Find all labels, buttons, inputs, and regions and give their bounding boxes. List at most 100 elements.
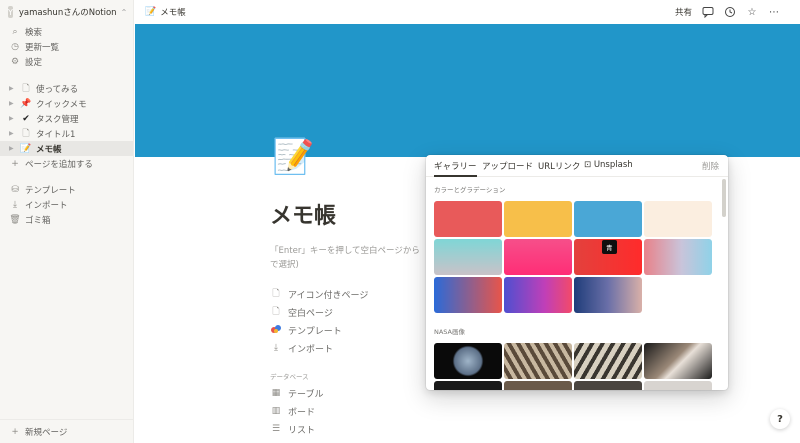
sidebar-item-updates[interactable]: ◷ 更新一覧 (0, 39, 133, 54)
sidebar-item-label: 検索 (25, 27, 43, 38)
add-page-button[interactable]: + ページを追加する (0, 156, 133, 171)
plus-icon: + (11, 158, 19, 169)
expand-triangle-icon[interactable]: ▶ (9, 130, 18, 137)
template-icon: ⛁ (11, 184, 19, 195)
nasa-image-row2-1[interactable] (434, 381, 502, 390)
page-icon: 🗋 (22, 83, 30, 94)
tab-label: Unsplash (593, 160, 633, 170)
option-label: アイコン付きページ (288, 290, 369, 301)
sidebar-page-memo[interactable]: ▶ 📝 メモ帳 (0, 141, 133, 156)
cover-swatch-blue[interactable] (574, 201, 642, 237)
add-page-label: ページを追加する (25, 159, 93, 170)
option-list[interactable]: ☰ リスト (270, 422, 315, 436)
scrollbar[interactable] (722, 179, 726, 217)
import-icon: ⤓ (13, 199, 17, 210)
new-page-button[interactable]: + 新規ページ (0, 419, 133, 443)
cover-swatch-beige[interactable] (644, 201, 712, 237)
remove-cover-button[interactable]: 削除 (702, 160, 719, 172)
swatch-tooltip: 青 (602, 240, 617, 254)
unsplash-icon: ⊡ (584, 160, 592, 170)
clock-icon: ◷ (11, 41, 19, 52)
empty-page-hint: 「Enter」キーを押して空白ページから で選択) (270, 244, 430, 272)
pin-icon: 📌 (20, 98, 32, 109)
expand-triangle-icon[interactable]: ▶ (9, 145, 18, 152)
tab-url-link[interactable]: URLリンク (538, 160, 580, 172)
sidebar-item-templates[interactable]: ⛁ テンプレート (0, 182, 133, 197)
tab-upload[interactable]: アップロード (482, 160, 533, 172)
cover-gradient-4[interactable] (644, 239, 712, 275)
cover-swatch-red[interactable] (434, 201, 502, 237)
option-blank-page[interactable]: 🗋 空白ページ (270, 305, 333, 319)
help-button[interactable]: ? (770, 409, 790, 429)
trash-icon: 🗑 (9, 214, 21, 225)
option-label: テーブル (288, 389, 324, 400)
cover-gradient-7[interactable] (574, 277, 642, 313)
sidebar-item-label: インポート (25, 200, 68, 211)
option-page-with-icon[interactable]: 🗋 アイコン付きページ (270, 287, 368, 301)
option-template[interactable]: テンプレート (270, 323, 342, 337)
sidebar-page-quickmemo[interactable]: ▶ 📌 クイックメモ (0, 96, 133, 111)
sidebar-item-label: メモ帳 (36, 144, 62, 155)
memo-icon: 📝 (20, 143, 32, 154)
cover-gradient-6[interactable] (504, 277, 572, 313)
expand-triangle-icon[interactable]: ▶ (9, 115, 18, 122)
tab-gallery[interactable]: ギャラリー (434, 160, 477, 177)
cover-gradient-1[interactable] (434, 239, 502, 275)
sidebar-page-try[interactable]: ▶ 🗋 使ってみる (0, 81, 133, 96)
breadcrumb[interactable]: 📝 メモ帳 (145, 6, 186, 18)
option-table[interactable]: ▦ テーブル (270, 386, 324, 400)
sidebar-item-settings[interactable]: ⚙ 設定 (0, 54, 133, 69)
star-icon[interactable]: ☆ (746, 6, 758, 18)
expand-triangle-icon[interactable]: ▶ (9, 100, 18, 107)
section-nasa-label: NASA画像 (434, 328, 466, 336)
nasa-image-row2-2[interactable] (504, 381, 572, 390)
sidebar-item-label: ゴミ箱 (25, 215, 51, 226)
section-gradients-label: カラーとグラデーション (434, 186, 506, 194)
sidebar-item-label: クイックメモ (36, 99, 87, 110)
nasa-image-row2-3[interactable] (574, 381, 642, 390)
share-button[interactable]: 共有 (675, 6, 692, 18)
option-board[interactable]: ▥ ボード (270, 404, 315, 418)
topbar-actions: 共有 ☆ ⋯ (675, 0, 780, 24)
cover-picker-tabs: ギャラリー アップロード URLリンク ⊡ Unsplash 削除 (426, 155, 728, 177)
nasa-image-earth[interactable] (434, 343, 502, 379)
database-section-label: データベース (270, 373, 309, 381)
list-icon: ☰ (271, 424, 281, 434)
history-icon[interactable] (724, 6, 736, 18)
sidebar: Y yamashunさんのNotion ⌃ ⌕ 検索 ◷ 更新一覧 ⚙ 設定 ▶… (0, 0, 134, 443)
sidebar-item-import[interactable]: ⤓ インポート (0, 197, 133, 212)
page-title[interactable]: メモ帳 (270, 198, 336, 230)
more-icon[interactable]: ⋯ (768, 6, 780, 18)
sidebar-item-label: テンプレート (25, 185, 76, 196)
sidebar-item-trash[interactable]: 🗑 ゴミ箱 (0, 212, 133, 227)
sidebar-page-title1[interactable]: ▶ 🗋 タイトル1 (0, 126, 133, 141)
nasa-image-astronaut[interactable] (644, 343, 712, 379)
option-label: 空白ページ (288, 308, 333, 319)
nasa-image-rocket-engine[interactable] (504, 343, 572, 379)
memo-icon: 📝 (145, 7, 157, 17)
nasa-image-spacecraft[interactable] (574, 343, 642, 379)
plus-icon: + (11, 426, 19, 437)
memo-icon[interactable]: 📝 (272, 136, 314, 178)
breadcrumb-title: メモ帳 (160, 8, 186, 18)
option-import[interactable]: ⤓ インポート (270, 341, 333, 355)
option-label: ボード (288, 407, 316, 418)
comment-icon[interactable] (702, 6, 714, 18)
sidebar-item-search[interactable]: ⌕ 検索 (0, 24, 133, 39)
tab-unsplash[interactable]: ⊡ Unsplash (584, 160, 633, 170)
sidebar-item-label: タスク管理 (36, 114, 79, 125)
page-cover[interactable] (135, 24, 800, 157)
nasa-image-row2-4[interactable] (644, 381, 712, 390)
cover-gradient-5[interactable] (434, 277, 502, 313)
cover-gradient-2[interactable] (504, 239, 572, 275)
page-icon: 🗋 (272, 307, 280, 317)
expand-triangle-icon[interactable]: ▶ (9, 85, 18, 92)
search-icon: ⌕ (12, 26, 18, 37)
new-page-label: 新規ページ (25, 427, 68, 438)
workspace-switcher[interactable]: Y yamashunさんのNotion ⌃ (0, 1, 133, 23)
sidebar-item-label: タイトル1 (36, 129, 76, 140)
sidebar-page-tasks[interactable]: ▶ ✔ タスク管理 (0, 111, 133, 126)
page-icon: 🗋 (22, 128, 30, 139)
table-icon: ▦ (271, 388, 281, 398)
cover-swatch-yellow[interactable] (504, 201, 572, 237)
